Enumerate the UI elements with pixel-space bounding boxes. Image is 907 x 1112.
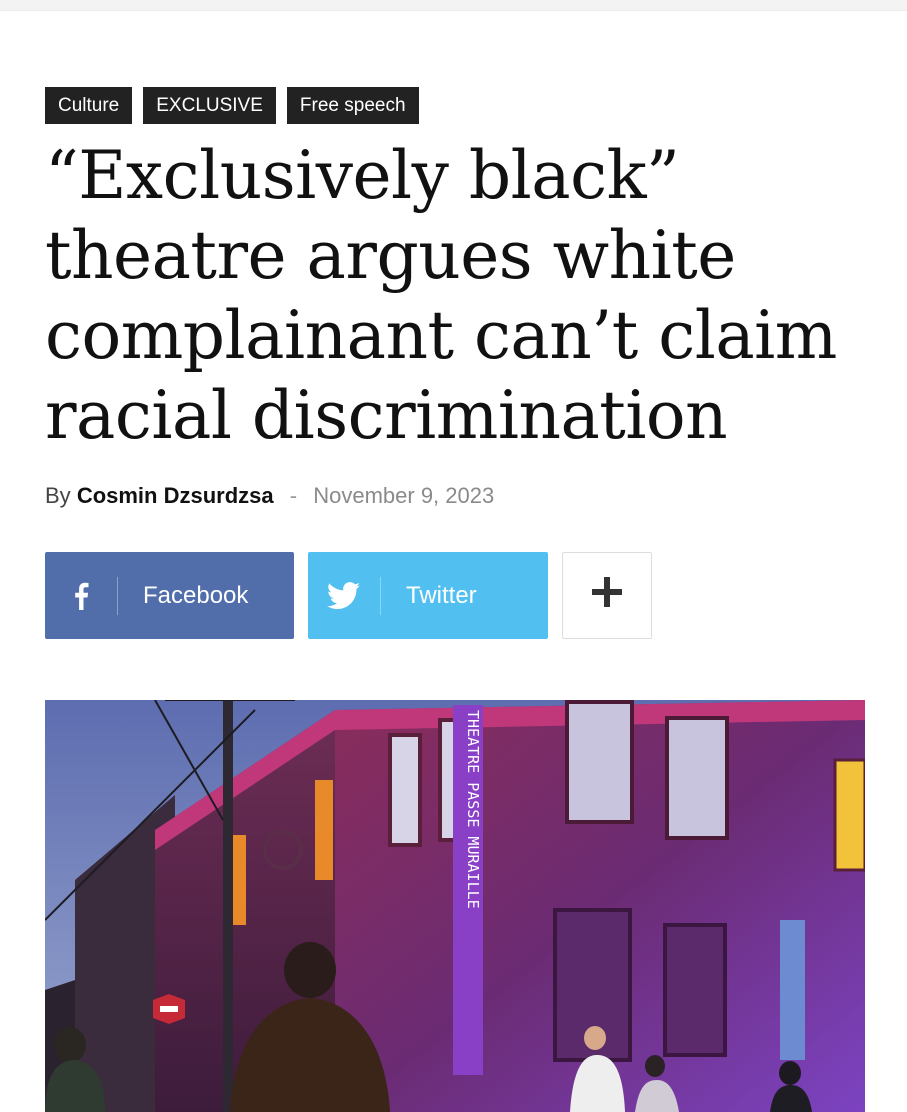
more-share-button[interactable] <box>562 552 652 639</box>
facebook-label: Facebook <box>143 581 249 609</box>
tag-free-speech[interactable]: Free speech <box>286 87 419 124</box>
theatre-sign-text: THEATRE PASSE MURAILLE <box>464 710 482 909</box>
author-link[interactable]: Cosmin Dzsurdzsa <box>77 483 274 508</box>
hero-photo: THEATRE PASSE MURAILLE <box>45 700 865 1112</box>
twitter-divider <box>380 576 381 615</box>
facebook-share-button[interactable]: Facebook <box>45 552 294 639</box>
plus-icon <box>590 575 624 616</box>
tag-culture[interactable]: Culture <box>45 87 133 124</box>
twitter-bird-icon <box>308 577 380 615</box>
byline: By Cosmin Dzsurdzsa - November 9, 2023 <box>45 481 494 511</box>
tag-exclusive[interactable]: EXCLUSIVE <box>143 87 276 124</box>
byline-prefix: By <box>45 483 71 508</box>
category-tags: Culture EXCLUSIVE Free speech <box>45 87 419 124</box>
publish-date: November 9, 2023 <box>313 483 495 508</box>
facebook-divider <box>117 576 118 615</box>
facebook-icon <box>45 577 117 615</box>
article-headline: “Exclusively black” theatre argues white… <box>45 137 837 454</box>
share-buttons: Facebook Twitter <box>45 552 652 639</box>
twitter-label: Twitter <box>406 581 477 609</box>
byline-separator: - <box>289 483 298 508</box>
theatre-building-illustration: THEATRE PASSE MURAILLE <box>45 700 865 1112</box>
browser-top-bar <box>0 0 907 11</box>
twitter-share-button[interactable]: Twitter <box>308 552 548 639</box>
